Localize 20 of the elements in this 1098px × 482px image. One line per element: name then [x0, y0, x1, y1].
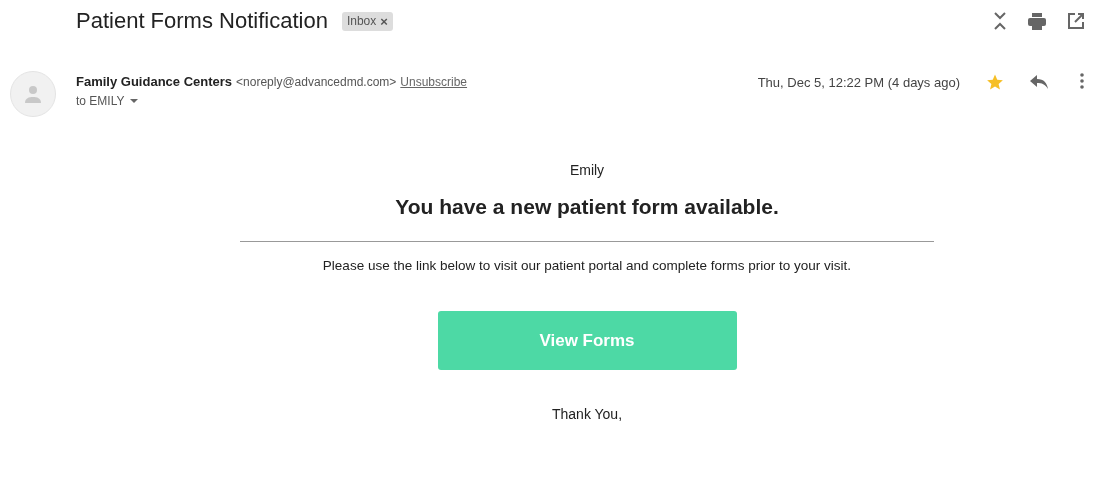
instruction-text: Please use the link below to visit our patient portal and complete forms prior to your visit. [322, 258, 852, 273]
unsubscribe-link[interactable]: Unsubscribe [400, 75, 468, 89]
reply-icon[interactable] [1030, 75, 1048, 89]
remove-label-button[interactable]: × [380, 13, 388, 29]
new-window-icon[interactable] [1068, 13, 1084, 29]
person-icon [24, 85, 42, 103]
sender-address: <noreply@advancedmd.com> [236, 75, 397, 89]
greeting-text: Emily [569, 162, 605, 178]
more-options-icon[interactable] [1080, 73, 1084, 89]
label-text: Inbox [346, 14, 377, 28]
star-icon[interactable] [986, 73, 1004, 91]
email-date: Thu, Dec 5, 12:22 PM (4 days ago) [757, 75, 960, 90]
print-icon[interactable] [1028, 12, 1046, 30]
notification-heading: You have a new patient form available. [395, 195, 779, 219]
dropdown-caret-icon[interactable] [130, 99, 139, 103]
collapse-all-icon[interactable] [994, 11, 1006, 31]
closing-text: Thank You, [551, 406, 623, 422]
sender-name: Family Guidance Centers [76, 74, 233, 89]
recipient-text: to EMILY [76, 94, 125, 108]
email-subject: Patient Forms Notification [76, 8, 328, 34]
